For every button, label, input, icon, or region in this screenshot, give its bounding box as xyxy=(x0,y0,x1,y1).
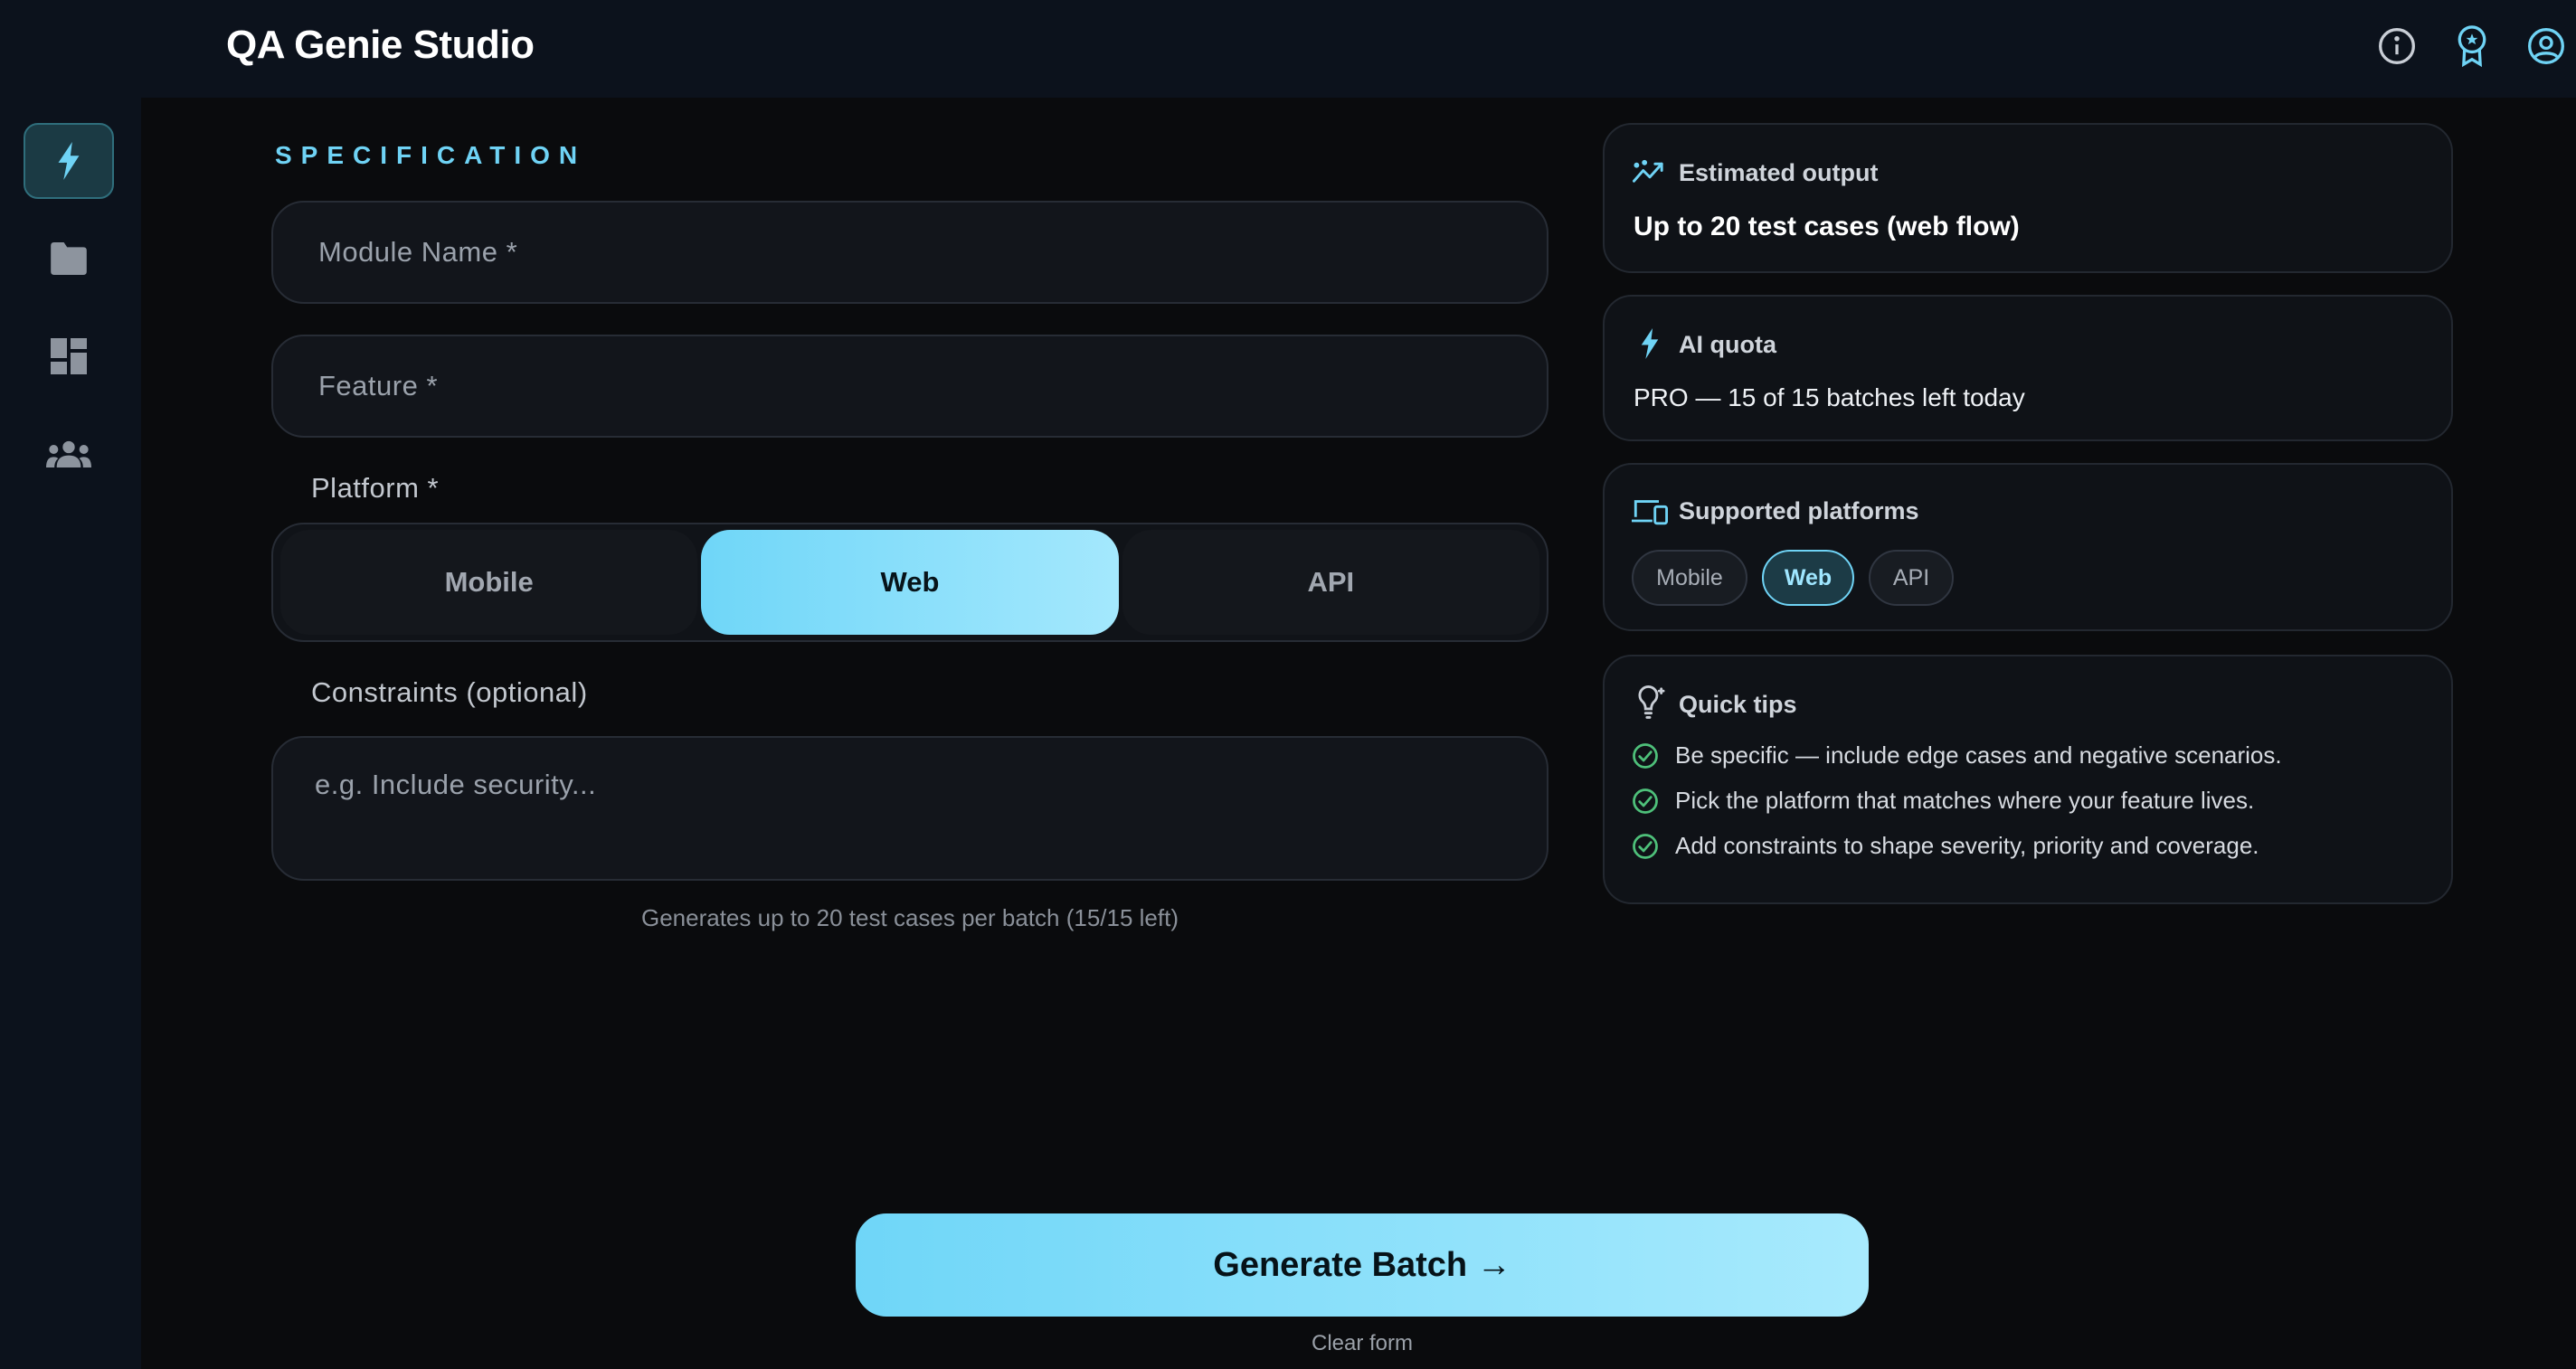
bolt-icon xyxy=(58,142,80,180)
feature-input[interactable] xyxy=(273,336,1547,436)
estimated-output-value: Up to 20 test cases (web flow) xyxy=(1634,212,2020,241)
dashboard-icon xyxy=(51,338,87,374)
estimated-output-card: Estimated output Up to 20 test cases (we… xyxy=(1603,123,2453,273)
platform-chip-api[interactable]: API xyxy=(1869,550,1954,606)
module-name-input[interactable] xyxy=(273,203,1547,302)
trending-chart-icon xyxy=(1632,154,1668,190)
platform-selector: Mobile Web API xyxy=(271,523,1548,642)
ai-quota-card: AI quota PRO — 15 of 15 batches left tod… xyxy=(1603,295,2453,441)
quick-tips-title: Quick tips xyxy=(1679,691,1797,718)
estimated-output-title: Estimated output xyxy=(1679,159,1879,186)
top-header: QA Genie Studio xyxy=(0,0,2576,98)
platform-chip-web[interactable]: Web xyxy=(1762,550,1854,606)
sidebar xyxy=(0,98,141,1369)
check-circle-icon xyxy=(1633,834,1658,859)
platform-option-web[interactable]: Web xyxy=(701,530,1119,635)
tip-text: Add constraints to shape severity, prior… xyxy=(1675,832,2259,859)
sidebar-item-projects[interactable] xyxy=(24,221,114,297)
module-name-field-wrapper xyxy=(271,201,1548,304)
platform-option-api[interactable]: API xyxy=(1122,530,1539,635)
tip-item xyxy=(1632,828,1659,864)
section-label: SPECIFICATION xyxy=(275,141,587,169)
sidebar-item-generate[interactable] xyxy=(24,123,114,199)
platform-label: Platform * xyxy=(311,472,440,504)
constraints-field-wrapper xyxy=(271,736,1548,881)
sidebar-item-team[interactable] xyxy=(24,416,114,492)
devices-icon xyxy=(1632,494,1668,530)
supported-platforms-title: Supported platforms xyxy=(1679,497,1919,524)
ai-quota-value: PRO — 15 of 15 batches left today xyxy=(1634,383,2025,411)
check-circle-icon xyxy=(1633,743,1658,769)
quick-tips-card: Quick tips Be specific — include edge ca… xyxy=(1603,655,2453,904)
constraints-textarea[interactable] xyxy=(273,738,1547,879)
clear-form-link[interactable]: Clear form xyxy=(856,1331,1869,1356)
tip-text: Be specific — include edge cases and neg… xyxy=(1675,741,2282,769)
sidebar-item-dashboard[interactable] xyxy=(24,318,114,394)
batch-helper-text: Generates up to 20 test cases per batch … xyxy=(640,904,1179,931)
bolt-icon xyxy=(1632,326,1668,362)
supported-platforms-card: Supported platforms Mobile Web API xyxy=(1603,463,2453,631)
tip-text: Pick the platform that matches where you… xyxy=(1675,787,2255,814)
group-icon xyxy=(46,440,91,467)
generate-batch-button[interactable]: Generate Batch → xyxy=(856,1213,1869,1317)
tip-item xyxy=(1632,783,1659,819)
app-root: QA Genie Studio SPECIFICATION Module Nam… xyxy=(0,0,2576,1369)
platform-chip-mobile[interactable]: Mobile xyxy=(1632,550,1747,606)
tip-item xyxy=(1632,738,1659,774)
app-title: QA Genie Studio xyxy=(226,23,535,67)
folder-icon xyxy=(51,242,87,275)
info-icon[interactable] xyxy=(2374,24,2420,69)
ai-quota-title: AI quota xyxy=(1679,331,1776,358)
award-badge-icon[interactable] xyxy=(2449,24,2495,69)
lightbulb-icon xyxy=(1632,684,1668,720)
check-circle-icon xyxy=(1633,788,1658,814)
feature-field-wrapper xyxy=(271,335,1548,438)
account-icon[interactable] xyxy=(2524,24,2569,69)
constraints-label: Constraints (optional) xyxy=(311,676,588,708)
platform-option-mobile[interactable]: Mobile xyxy=(280,530,698,635)
